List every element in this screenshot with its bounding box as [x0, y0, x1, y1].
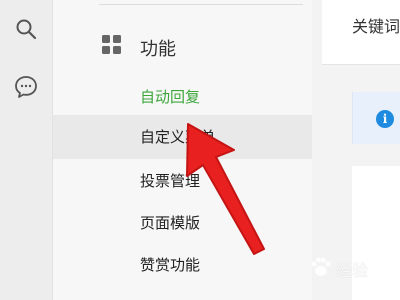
- search-icon: [16, 19, 37, 40]
- watermark-paw-icon: [311, 257, 331, 276]
- grid-icon: [102, 35, 121, 54]
- chat-bubble-icon: [15, 76, 37, 98]
- menu-item-appreciation[interactable]: 赞赏功能: [53, 243, 312, 287]
- menu-item-label: 投票管理: [140, 172, 201, 190]
- divider: [99, 4, 303, 5]
- menu-item-label: 自动回复: [140, 88, 201, 106]
- menu-item-label: 页面模版: [140, 214, 201, 232]
- menu-item-label: 自定义菜单: [140, 128, 216, 146]
- search-button[interactable]: [9, 12, 43, 46]
- info-icon: i: [376, 110, 394, 128]
- menu-item-page-templates[interactable]: 页面模版: [53, 201, 312, 245]
- menu-item-vote-management[interactable]: 投票管理: [53, 159, 312, 203]
- menu-item-custom-menu[interactable]: 自定义菜单: [53, 115, 312, 159]
- menu-item-label: 赞赏功能: [140, 256, 201, 274]
- messages-button[interactable]: [9, 70, 43, 104]
- menu-item-auto-reply[interactable]: 自动回复: [53, 75, 312, 119]
- left-icon-rail: [0, 0, 53, 300]
- watermark-text: 经验: [336, 261, 369, 280]
- menu-category-label: 功能: [140, 39, 176, 60]
- content-title: 关键词: [352, 17, 400, 36]
